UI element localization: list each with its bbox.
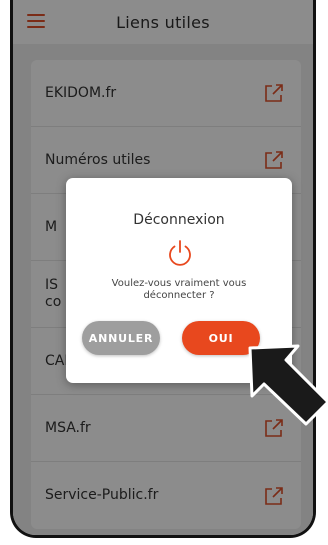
dialog-message: Voulez-vous vraiment vous déconnecter ? [111,278,247,301]
pointer-arrow-icon [248,344,328,426]
power-icon [169,240,191,266]
dialog-title: Déconnexion [133,212,225,228]
phone-frame: Liens utiles EKIDOM.fr Numéros utiles M … [10,0,316,538]
app-screen: Liens utiles EKIDOM.fr Numéros utiles M … [13,0,313,535]
cancel-button[interactable]: ANNULER [82,321,160,355]
